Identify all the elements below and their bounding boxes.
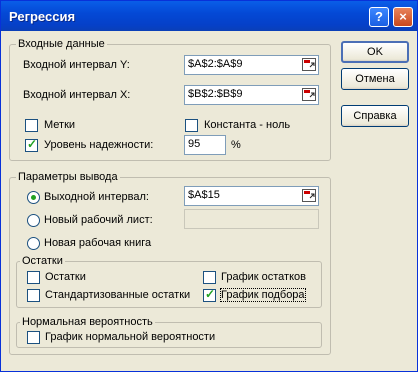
new-workbook-radio[interactable] (27, 237, 40, 250)
input-y-field[interactable]: $A$2:$A$9 (184, 55, 319, 75)
confidence-checkbox[interactable] (25, 137, 38, 152)
confidence-field[interactable]: 95 (184, 135, 226, 155)
residuals-group: Остатки Остатки График остатков Стандарт… (16, 255, 322, 308)
residuals-checkbox[interactable] (27, 271, 40, 284)
title-help-button[interactable]: ? (369, 7, 389, 27)
new-sheet-label: Новый рабочий лист: (44, 214, 153, 226)
residual-plot-label: График остатков (221, 271, 306, 283)
cancel-button[interactable]: Отмена (341, 68, 409, 90)
output-range-field[interactable]: $A$15 (184, 186, 319, 206)
regression-dialog: Регрессия ? × Входные данные Входной инт… (0, 0, 418, 372)
labels-label: Метки (44, 119, 76, 131)
range-picker-icon[interactable] (302, 189, 316, 202)
output-range-radio[interactable] (27, 191, 40, 204)
close-button[interactable]: × (393, 7, 413, 27)
standardized-residuals-label: Стандартизованные остатки (45, 289, 191, 301)
labels-checkbox[interactable] (25, 119, 38, 132)
dialog-title: Регрессия (9, 9, 76, 24)
residuals-legend: Остатки (20, 255, 65, 267)
residuals-label: Остатки (45, 271, 86, 283)
output-range-label: Выходной интервал: (44, 191, 149, 203)
input-data-legend: Входные данные (16, 38, 107, 50)
standardized-residuals-checkbox[interactable] (27, 289, 40, 302)
new-sheet-radio[interactable] (27, 214, 40, 227)
output-options-legend: Параметры вывода (16, 171, 120, 183)
residual-plot-checkbox[interactable] (203, 271, 216, 284)
ok-button[interactable]: OK (341, 41, 409, 63)
confidence-unit: % (231, 139, 241, 151)
input-x-field[interactable]: $B$2:$B$9 (184, 85, 319, 105)
input-data-group: Входные данные Входной интервал Y: $A$2:… (9, 38, 331, 161)
confidence-label: Уровень надежности: (44, 139, 154, 151)
title-bar[interactable]: Регрессия ? × (1, 1, 417, 31)
normal-probability-plot-label: График нормальной вероятности (45, 331, 216, 343)
range-picker-icon[interactable] (302, 58, 316, 71)
confidence-value: 95 (188, 138, 201, 150)
normal-probability-group: Нормальная вероятность График нормальной… (16, 316, 322, 348)
line-fit-plot-label: График подбора (220, 288, 306, 302)
help-button[interactable]: Справка (341, 105, 409, 127)
output-range-value: $A$15 (188, 189, 220, 201)
constant-zero-checkbox[interactable] (185, 119, 198, 132)
constant-zero-label: Константа - ноль (204, 119, 291, 131)
input-y-value: $A$2:$A$9 (188, 58, 243, 70)
line-fit-plot-checkbox[interactable] (203, 287, 216, 302)
normal-probability-plot-checkbox[interactable] (27, 331, 40, 344)
normal-probability-legend: Нормальная вероятность (20, 316, 155, 328)
input-x-value: $B$2:$B$9 (188, 88, 243, 100)
new-workbook-label: Новая рабочая книга (44, 237, 152, 249)
input-y-label: Входной интервал Y: (23, 59, 130, 71)
range-picker-icon[interactable] (302, 88, 316, 101)
input-x-label: Входной интервал X: (23, 89, 131, 101)
new-sheet-field[interactable] (184, 209, 319, 229)
output-options-group: Параметры вывода Выходной интервал: $A$1… (9, 171, 331, 355)
